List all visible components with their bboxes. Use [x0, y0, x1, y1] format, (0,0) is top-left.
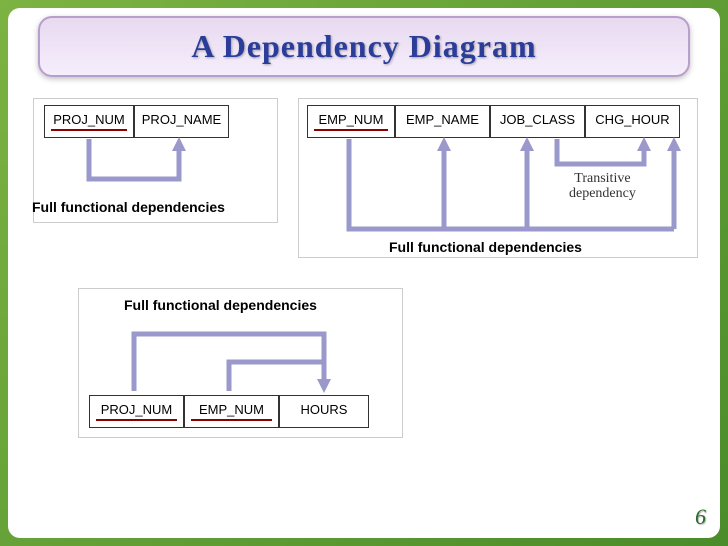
- diagram-1: PROJ_NUM PROJ_NAME Full functional depen…: [33, 98, 278, 223]
- label-full-functional: Full functional dependencies: [389, 239, 582, 255]
- slide-container: A Dependency Diagram PROJ_NUM PROJ_NAME …: [0, 0, 728, 546]
- cell-proj-num: PROJ_NUM: [89, 395, 184, 428]
- dependency-arrows: [299, 99, 699, 259]
- content-area: PROJ_NUM PROJ_NAME Full functional depen…: [8, 88, 720, 538]
- title-box: A Dependency Diagram: [38, 16, 690, 77]
- page-number: 6: [695, 504, 706, 530]
- cell-hours: HOURS: [279, 395, 369, 428]
- slide-inner: A Dependency Diagram PROJ_NUM PROJ_NAME …: [8, 8, 720, 538]
- cell-emp-num: EMP_NUM: [184, 395, 279, 428]
- label-transitive: Transitive dependency: [569, 171, 636, 202]
- diagram-3: Full functional dependencies PROJ_NUM EM…: [78, 288, 403, 438]
- table-row: PROJ_NUM EMP_NUM HOURS: [89, 395, 369, 428]
- diagram-2: EMP_NUM EMP_NAME JOB_CLASS CHG_HOUR: [298, 98, 698, 258]
- label-full-functional: Full functional dependencies: [32, 199, 225, 215]
- slide-title: A Dependency Diagram: [60, 28, 668, 65]
